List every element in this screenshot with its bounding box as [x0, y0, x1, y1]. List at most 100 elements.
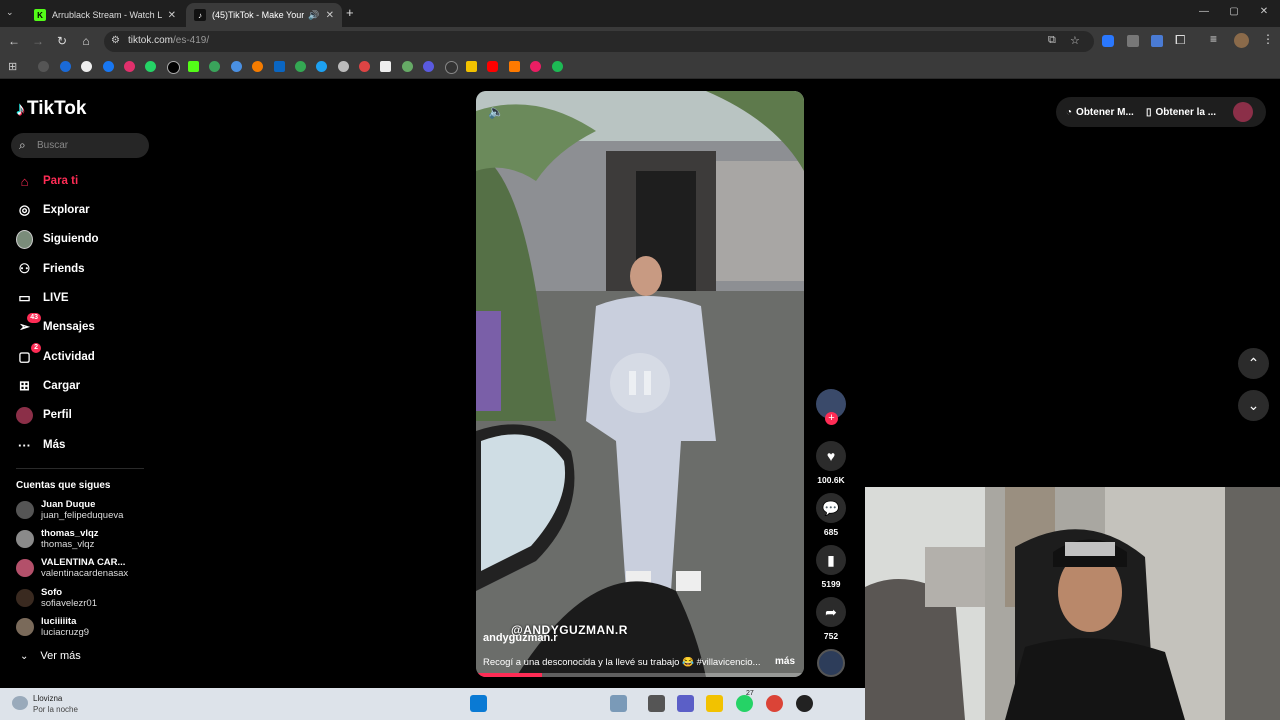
close-icon[interactable]: ✕ [168, 10, 176, 21]
window-close-button[interactable]: ✕ [1254, 6, 1274, 17]
get-coins-button[interactable]: ◔ Obtener M... [1066, 97, 1134, 127]
x-icon[interactable] [167, 61, 180, 74]
tab-search-icon[interactable]: ⌄ [6, 7, 14, 18]
speaker-icon[interactable]: 🔊 [308, 10, 319, 21]
bookmark-icon[interactable] [316, 61, 327, 72]
user-avatar[interactable] [1233, 102, 1253, 122]
drive-icon[interactable] [295, 61, 306, 72]
forward-icon[interactable]: → [30, 33, 46, 49]
bookmark-icon[interactable] [380, 61, 391, 72]
get-app-button[interactable]: ▯ Obtener la ... [1146, 97, 1216, 127]
account-item[interactable]: thomas_vlqz thomas_vlqz [16, 526, 99, 552]
minimize-button[interactable]: — [1194, 6, 1214, 17]
tiktok-logo[interactable]: ♪ TikTok [16, 98, 86, 120]
search-input[interactable]: ⌕ Buscar [11, 133, 149, 158]
menu-kebab-icon[interactable]: ⋮ [1262, 32, 1274, 46]
creator-avatar[interactable]: + [816, 389, 846, 425]
bookmark-icon[interactable] [231, 61, 242, 72]
taskbar-app-icon[interactable] [648, 695, 665, 712]
teams-icon[interactable] [677, 695, 694, 712]
facebook-icon[interactable] [103, 61, 114, 72]
kick-icon[interactable] [188, 61, 199, 72]
follow-plus-icon[interactable]: + [825, 412, 838, 425]
address-bar[interactable]: ⚙ tiktok.com/es-419/ ⧉ ☆ [104, 31, 1094, 52]
nav-cargar[interactable]: ⊞ Cargar [16, 375, 80, 397]
spotify-icon[interactable] [552, 61, 563, 72]
nav-mas[interactable]: ··· Más [16, 434, 65, 456]
caption-more-button[interactable]: más [775, 656, 795, 667]
bookmark-icon[interactable] [423, 61, 434, 72]
bookmark-icon[interactable] [466, 61, 477, 72]
google-icon[interactable] [81, 61, 92, 72]
chrome-icon[interactable] [766, 695, 783, 712]
back-icon[interactable]: ← [6, 33, 22, 49]
bookmark-icon[interactable] [509, 61, 520, 72]
close-icon[interactable]: ✕ [326, 10, 334, 21]
previous-video-button[interactable]: ⌃ [1238, 348, 1269, 379]
nav-para-ti[interactable]: ⌂ Para ti [16, 170, 79, 192]
linkedin-icon[interactable] [274, 61, 285, 72]
extension-tag-icon[interactable] [1151, 35, 1163, 47]
account-item[interactable]: Juan Duque juan_felipeduqueva [16, 497, 123, 523]
nav-actividad[interactable]: ▢ 2 Actividad [16, 342, 95, 368]
taskbar-app-icon[interactable] [610, 695, 627, 712]
account-item[interactable]: VALENTINA CAR... valentinacardenasax [16, 555, 128, 581]
bookmark-icon[interactable] [530, 61, 541, 72]
reload-icon[interactable]: ↻ [54, 33, 70, 49]
nav-siguiendo[interactable]: Siguiendo [16, 228, 99, 250]
bookmark-icon[interactable] [359, 61, 370, 72]
extension-shield-icon[interactable] [1102, 35, 1114, 47]
whatsapp-icon[interactable] [145, 61, 156, 72]
bookmark-icon[interactable] [60, 61, 71, 72]
like-button[interactable]: ♥ [816, 441, 846, 471]
puzzle-icon[interactable]: ⧠ [1175, 32, 1185, 48]
nav-perfil[interactable]: Perfil [16, 404, 72, 426]
video-author[interactable]: andyguzman.r [483, 632, 558, 644]
next-video-button[interactable]: ⌄ [1238, 390, 1269, 421]
bookmarks-bar: ⊞ [0, 56, 1280, 79]
volume-icon[interactable]: 🔈 [488, 104, 504, 120]
comment-button[interactable]: 💬 [816, 493, 846, 523]
nav-friends[interactable]: ⚇ Friends [16, 258, 85, 280]
taskbar-app-icon[interactable] [796, 695, 813, 712]
nav-label: Para ti [43, 175, 79, 187]
nav-mensajes[interactable]: ➢ 43 Mensajes [16, 312, 95, 338]
youtube-icon[interactable] [487, 61, 498, 72]
nav-label: Perfil [43, 409, 72, 421]
bookmark-icon[interactable] [252, 61, 263, 72]
new-tab-button[interactable]: + [346, 5, 354, 20]
account-item[interactable]: luciiiiita luciacruzg9 [16, 614, 89, 640]
reading-list-icon[interactable]: ≡ [1210, 32, 1217, 46]
sound-disc-icon[interactable] [817, 649, 845, 677]
profile-avatar-icon[interactable] [1234, 33, 1249, 48]
pause-icon[interactable] [630, 373, 650, 393]
maximize-button[interactable]: ▢ [1224, 6, 1244, 17]
site-info-icon[interactable]: ⚙ [111, 35, 120, 46]
weather-title[interactable]: Llovizna [33, 694, 62, 703]
bookmark-star-icon[interactable]: ☆ [1070, 34, 1080, 47]
save-button[interactable]: ▮ [816, 545, 846, 575]
nav-live[interactable]: ▭ LIVE [16, 287, 69, 309]
share-button[interactable]: ➦ [816, 597, 846, 627]
tab-arrublack[interactable]: K Arrublack Stream - Watch Live ✕ [26, 3, 184, 27]
instagram-icon[interactable] [124, 61, 135, 72]
video-player[interactable]: 🔈 @ANDYGUZMAN.R andyguzman.r Recogí a un… [476, 91, 804, 677]
apps-grid-icon[interactable]: ⊞ [8, 60, 17, 73]
nav-label: LIVE [43, 292, 69, 304]
file-explorer-icon[interactable] [706, 695, 723, 712]
install-app-icon[interactable]: ⧉ [1048, 34, 1056, 47]
tab-tiktok[interactable]: ♪ (45)TikTok - Make Your Day 🔊 ✕ [186, 3, 342, 27]
bookmark-icon[interactable] [445, 61, 458, 74]
bookmark-icon[interactable] [402, 61, 413, 72]
bookmark-icon[interactable] [38, 61, 49, 72]
bookmark-icon[interactable] [338, 61, 349, 72]
whatsapp-icon[interactable] [736, 695, 753, 712]
home-icon[interactable]: ⌂ [78, 33, 94, 49]
share-icon: ➦ [825, 603, 837, 620]
account-item[interactable]: Sofo sofiavelezr01 [16, 585, 97, 611]
extension-icon[interactable] [1127, 35, 1139, 47]
nav-explorar[interactable]: ◎ Explorar [16, 199, 90, 221]
bookmark-icon[interactable] [209, 61, 220, 72]
start-icon[interactable] [470, 695, 487, 712]
see-more-button[interactable]: ⌄ Ver más [20, 650, 81, 662]
